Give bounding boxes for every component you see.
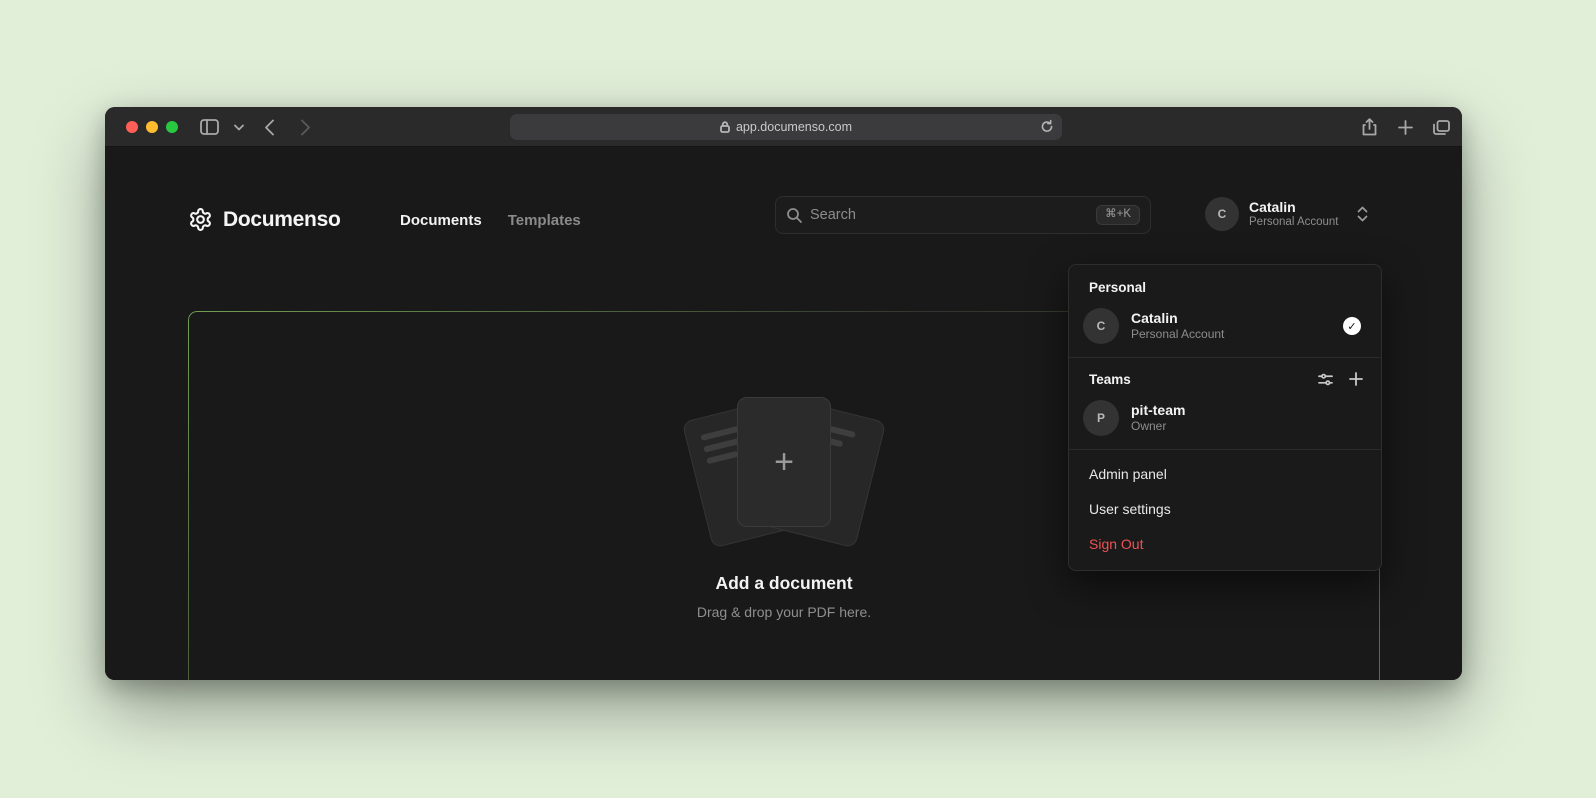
search-shortcut-badge: ⌘+K <box>1096 205 1140 225</box>
chevrons-up-down-icon <box>1357 206 1368 222</box>
team-item[interactable]: P pit-team Owner <box>1069 394 1381 442</box>
account-name: Catalin <box>1249 199 1339 215</box>
search-input[interactable] <box>810 207 1088 223</box>
brand[interactable]: Documenso <box>188 207 341 232</box>
search-icon <box>786 207 802 223</box>
address-bar[interactable]: app.documenso.com <box>510 114 1062 140</box>
account-menu-trigger[interactable]: C Catalin Personal Account <box>1205 197 1368 231</box>
documents-illustration: + <box>674 395 894 547</box>
refresh-icon[interactable] <box>1040 119 1054 137</box>
main-nav: Documents Templates <box>400 209 581 233</box>
dropzone-title: Add a document <box>715 573 852 594</box>
app-header: Documenso Documents Templates ⌘+K C Cata… <box>105 148 1462 253</box>
browser-window: app.documenso.com Documenso Documents <box>105 107 1462 680</box>
avatar: C <box>1083 308 1119 344</box>
share-icon[interactable] <box>1357 115 1381 139</box>
teams-section-label: Teams <box>1089 372 1131 387</box>
lock-icon <box>720 121 730 133</box>
nav-documents[interactable]: Documents <box>400 209 482 233</box>
document-card-add: + <box>737 397 831 527</box>
brand-name: Documenso <box>223 208 341 232</box>
avatar: C <box>1205 197 1239 231</box>
forward-button-icon[interactable] <box>293 115 317 139</box>
dropzone-subtitle: Drag & drop your PDF here. <box>697 604 871 620</box>
team-avatar: P <box>1083 400 1119 436</box>
menu-item-user-settings[interactable]: User settings <box>1069 492 1381 527</box>
back-button-icon[interactable] <box>257 115 281 139</box>
sidebar-toggle-icon[interactable] <box>197 115 221 139</box>
nav-templates[interactable]: Templates <box>508 209 581 233</box>
close-window-button[interactable] <box>126 121 138 133</box>
add-team-icon[interactable] <box>1349 372 1363 387</box>
search-bar[interactable]: ⌘+K <box>775 196 1151 234</box>
account-type: Personal Account <box>1249 215 1339 229</box>
plus-icon: + <box>774 445 794 479</box>
documenso-logo-icon <box>188 207 213 232</box>
manage-teams-icon[interactable] <box>1318 372 1333 387</box>
window-controls <box>126 121 178 133</box>
menu-account-name: Catalin <box>1131 310 1224 327</box>
personal-account-item[interactable]: C Catalin Personal Account ✓ <box>1069 302 1381 350</box>
menu-account-type: Personal Account <box>1131 327 1224 342</box>
team-name: pit-team <box>1131 402 1185 419</box>
browser-toolbar: app.documenso.com <box>105 107 1462 147</box>
menu-divider <box>1069 449 1381 450</box>
documenso-app: Documenso Documents Templates ⌘+K C Cata… <box>105 148 1462 680</box>
teams-section-header: Teams <box>1069 365 1381 394</box>
menu-item-admin-panel[interactable]: Admin panel <box>1069 457 1381 492</box>
tab-overview-icon[interactable] <box>1429 115 1453 139</box>
zoom-window-button[interactable] <box>166 121 178 133</box>
address-url: app.documenso.com <box>736 120 852 134</box>
menu-item-sign-out[interactable]: Sign Out <box>1069 527 1381 562</box>
minimize-window-button[interactable] <box>146 121 158 133</box>
personal-section-label: Personal <box>1069 273 1381 302</box>
menu-divider <box>1069 357 1381 358</box>
account-dropdown-menu: Personal C Catalin Personal Account ✓ Te… <box>1068 264 1382 571</box>
team-role: Owner <box>1131 419 1185 434</box>
new-tab-icon[interactable] <box>1393 115 1417 139</box>
sidebar-chevron-down-icon[interactable] <box>227 115 251 139</box>
check-circle-icon: ✓ <box>1343 317 1361 335</box>
